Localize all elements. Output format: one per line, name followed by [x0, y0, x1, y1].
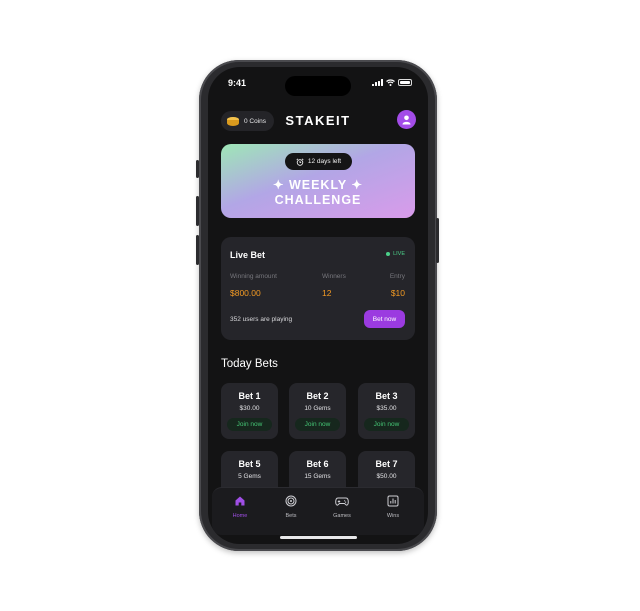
battery-icon	[398, 79, 412, 86]
live-badge: LIVE	[386, 251, 405, 257]
gamepad-icon	[335, 497, 349, 506]
join-now-button[interactable]: Join now	[364, 418, 409, 431]
tab-bets[interactable]: Bets	[271, 494, 311, 519]
challenge-title-line2: CHALLENGE	[274, 193, 362, 207]
days-left-badge: 12 days left	[285, 153, 352, 170]
avatar[interactable]	[397, 110, 416, 129]
weekly-challenge-banner[interactable]: 12 days left ✦ WEEKLY ✦ CHALLENGE	[221, 144, 415, 218]
home-icon	[235, 496, 245, 506]
players-count: 352 users are playing	[230, 316, 293, 323]
bet-name: Bet 7	[375, 459, 398, 469]
challenge-title: ✦ WEEKLY ✦ CHALLENGE	[221, 178, 415, 208]
tab-home[interactable]: Home	[220, 494, 260, 519]
bet-name: Bet 2	[306, 391, 329, 401]
tab-games[interactable]: Games	[322, 494, 362, 519]
bet-amount: 10 Gems	[304, 405, 331, 412]
join-now-button[interactable]: Join now	[295, 418, 340, 431]
challenge-title-line1: ✦ WEEKLY ✦	[273, 178, 363, 192]
user-icon	[402, 115, 411, 125]
bet-amount: $50.00	[376, 473, 397, 480]
bottom-tab-bar: Home Bets Games Wins	[212, 487, 424, 535]
bet-name: Bet 1	[238, 391, 261, 401]
tab-wins-label: Wins	[386, 513, 400, 519]
signal-icon	[372, 79, 383, 86]
home-indicator[interactable]	[280, 536, 357, 539]
dynamic-island	[285, 76, 351, 96]
tab-wins[interactable]: Wins	[373, 494, 413, 519]
phone-side-button	[196, 196, 199, 226]
winning-amount-label: Winning amount	[230, 273, 277, 280]
join-now-button[interactable]: Join now	[227, 418, 272, 431]
wifi-icon	[386, 79, 395, 86]
tab-home-label: Home	[232, 513, 248, 519]
bet-name: Bet 6	[306, 459, 329, 469]
entry-value: $10	[390, 288, 405, 298]
bet-card[interactable]: Bet 3 $35.00 Join now	[358, 383, 415, 439]
phone-side-button	[196, 235, 199, 265]
tab-bets-label: Bets	[285, 513, 297, 519]
tab-games-label: Games	[333, 513, 351, 519]
app-screen: 9:41 0 Coins STAKEIT 12 days left ✦ WEEK…	[208, 67, 428, 544]
phone-frame: 9:41 0 Coins STAKEIT 12 days left ✦ WEEK…	[199, 60, 437, 551]
winners-value: 12	[322, 288, 332, 298]
days-left-text: 12 days left	[307, 158, 342, 165]
bet-now-button[interactable]: Bet now	[364, 310, 405, 328]
live-bet-title: Live Bet	[230, 250, 266, 260]
winning-amount-value: $800.00	[230, 288, 261, 298]
status-time: 9:41	[228, 78, 247, 88]
bet-card[interactable]: Bet 2 10 Gems Join now	[289, 383, 346, 439]
bet-amount: 15 Gems	[304, 473, 331, 480]
bet-amount: $30.00	[239, 405, 260, 412]
bet-name: Bet 5	[238, 459, 261, 469]
alarm-clock-icon	[296, 158, 304, 166]
bet-name: Bet 3	[375, 391, 398, 401]
chart-icon	[387, 495, 399, 507]
bet-amount: $35.00	[376, 405, 397, 412]
live-dot-icon	[386, 252, 391, 256]
live-badge-text: LIVE	[393, 251, 405, 257]
winners-label: Winners	[322, 273, 346, 280]
target-icon	[285, 495, 297, 507]
phone-side-button	[436, 218, 439, 263]
today-bets-title: Today Bets	[221, 358, 278, 370]
status-icons	[372, 79, 412, 86]
brand-logo: STAKEIT	[285, 113, 351, 128]
entry-label: Entry	[389, 273, 405, 280]
bet-amount: 5 Gems	[238, 473, 261, 480]
phone-side-button	[196, 160, 199, 178]
live-bet-card: Live Bet LIVE Winning amount Winners Ent…	[221, 237, 415, 340]
bet-card[interactable]: Bet 1 $30.00 Join now	[221, 383, 278, 439]
